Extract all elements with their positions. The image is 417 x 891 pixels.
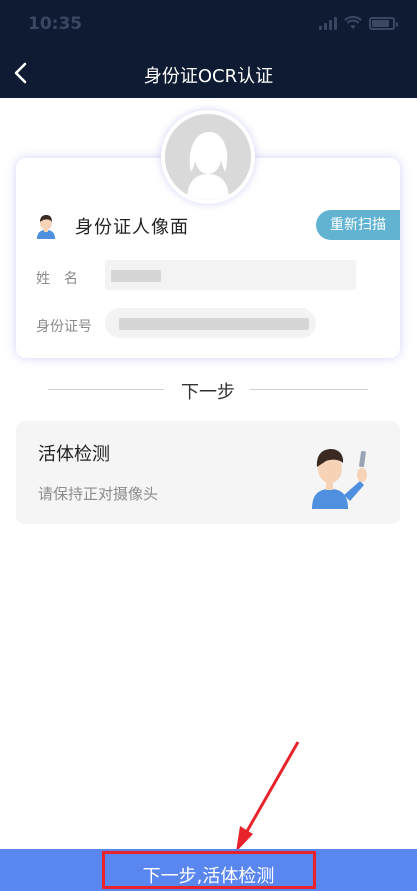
- name-value-redacted: [111, 270, 161, 282]
- wifi-icon: [344, 16, 362, 29]
- selfie-person-icon: [312, 449, 367, 509]
- app-header: 10:35 身份证OCR认证: [0, 0, 417, 98]
- liveness-title: 活体检测: [38, 444, 110, 465]
- next-liveness-button[interactable]: 下一步,活体检测: [0, 849, 417, 891]
- id-photo-avatar: [161, 110, 255, 204]
- id-portrait-title: 身份证人像面: [75, 217, 189, 238]
- avatar-placeholder: [165, 114, 251, 200]
- name-label: 姓 名: [36, 271, 78, 287]
- id-number-value-field: [105, 308, 316, 338]
- liveness-detection-card[interactable]: 活体检测 请保持正对摄像头: [16, 421, 400, 524]
- id-number-value-redacted: [119, 318, 309, 330]
- rescan-button[interactable]: 重新扫描: [316, 210, 400, 240]
- liveness-subtitle: 请保持正对摄像头: [38, 485, 159, 503]
- status-bar: 10:35: [0, 0, 417, 48]
- next-step-divider: 下一步: [48, 378, 368, 403]
- status-time: 10:35: [28, 14, 83, 34]
- battery-icon: [369, 16, 398, 30]
- next-liveness-button-label: 下一步,活体检测: [142, 866, 275, 887]
- status-icons: [319, 16, 398, 30]
- user-silhouette-icon: [165, 114, 251, 200]
- page-title: 身份证OCR认证: [143, 66, 274, 87]
- id-portrait-row: 身份证人像面: [35, 210, 189, 242]
- nav-bar: 身份证OCR认证: [0, 50, 417, 96]
- person-avatar-icon: [37, 215, 55, 239]
- next-step-label: 下一步: [181, 382, 235, 403]
- signal-icon: [319, 16, 337, 30]
- name-value-field: [105, 260, 356, 290]
- id-number-label: 身份证号: [36, 319, 92, 335]
